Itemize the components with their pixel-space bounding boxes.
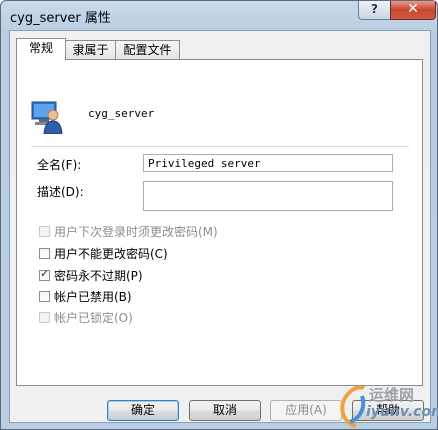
checkbox-label: 用户不能更改密码(C) [54,247,168,261]
fullname-field[interactable]: Privileged server [143,154,393,172]
checkbox-label: 密码永不过期(P) [54,269,143,283]
user-icon [31,101,63,134]
checkbox[interactable] [39,248,50,259]
ok-button[interactable]: 确定 [107,400,179,421]
help-title-button[interactable]: ? [358,1,391,20]
title-bar[interactable]: cyg_server 属性 ? ✕ [1,1,437,29]
tab-profile[interactable]: 配置文件 [115,40,180,59]
cancel-button[interactable]: 取消 [189,400,261,421]
general-panel: cyg_server 全名(F): Privileged server 描述(D… [16,59,423,386]
checkbox[interactable] [39,312,50,323]
close-button[interactable]: ✕ [390,1,436,20]
fullname-label: 全名(F): [37,158,82,172]
check-icon[interactable] [39,267,50,281]
description-field[interactable] [143,181,393,211]
description-label: 描述(D): [37,185,84,199]
checkbox-label: 帐户已锁定(O) [54,311,133,325]
tab-general[interactable]: 常规 [16,38,66,60]
apply-button[interactable]: 应用(A) [270,400,342,421]
checkbox[interactable] [39,291,50,302]
user-name: cyg_server [88,107,155,120]
checkbox-label: 帐户已禁用(B) [54,290,132,304]
checkbox[interactable] [39,226,50,237]
dialog-client: 常规 隶属于 配置文件 cyg_server 全名(F): Privileged… [9,30,431,423]
divider [31,146,409,147]
dialog-window: cyg_server 属性 ? ✕ 常规 隶属于 配置文件 cyg_server… [0,0,438,430]
window-title: cyg_server 属性 [10,11,111,26]
checkbox-label: 用户下次登录时须更改密码(M) [54,225,218,239]
tab-member-of[interactable]: 隶属于 [65,40,116,59]
help-button[interactable]: 帮助 [352,400,424,421]
